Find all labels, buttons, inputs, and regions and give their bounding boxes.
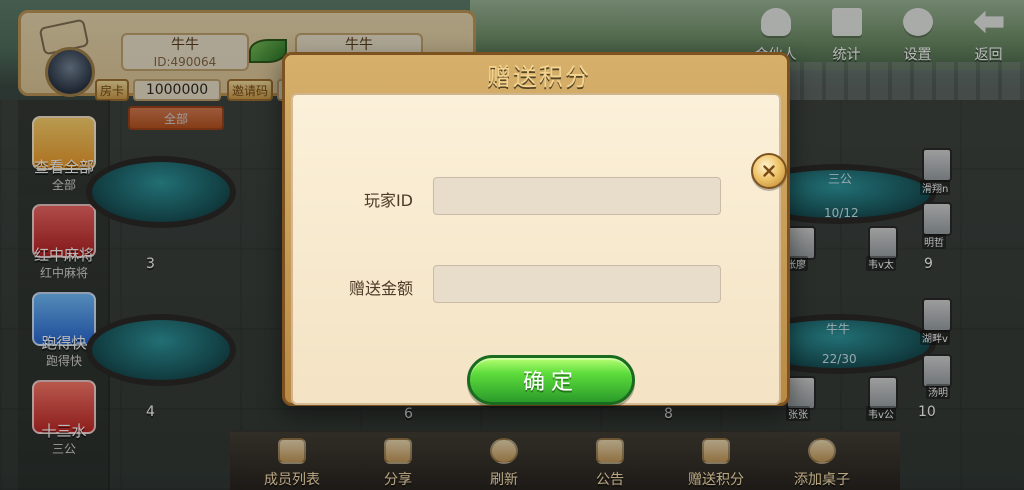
close-button[interactable] [751, 153, 787, 189]
gift-amount-input[interactable] [434, 266, 720, 302]
modal-body: 玩家ID 赠送金额 确定 [291, 93, 787, 405]
app-root: 牛牛 ID:490064 牛牛 ID:569720064 房卡 1000000 … [0, 0, 1024, 490]
confirm-button[interactable]: 确定 [467, 355, 635, 405]
player-id-label: 玩家ID [363, 191, 413, 210]
gift-amount-field[interactable] [433, 265, 721, 303]
gift-amount-label: 赠送金额 [348, 279, 413, 298]
modal-title: 赠送积分 [487, 62, 591, 91]
player-id-field[interactable] [433, 177, 721, 215]
gift-points-modal: 赠送积分 玩家ID 赠送金额 确定 [282, 52, 790, 406]
player-id-input[interactable] [434, 178, 720, 214]
close-icon [763, 165, 775, 177]
